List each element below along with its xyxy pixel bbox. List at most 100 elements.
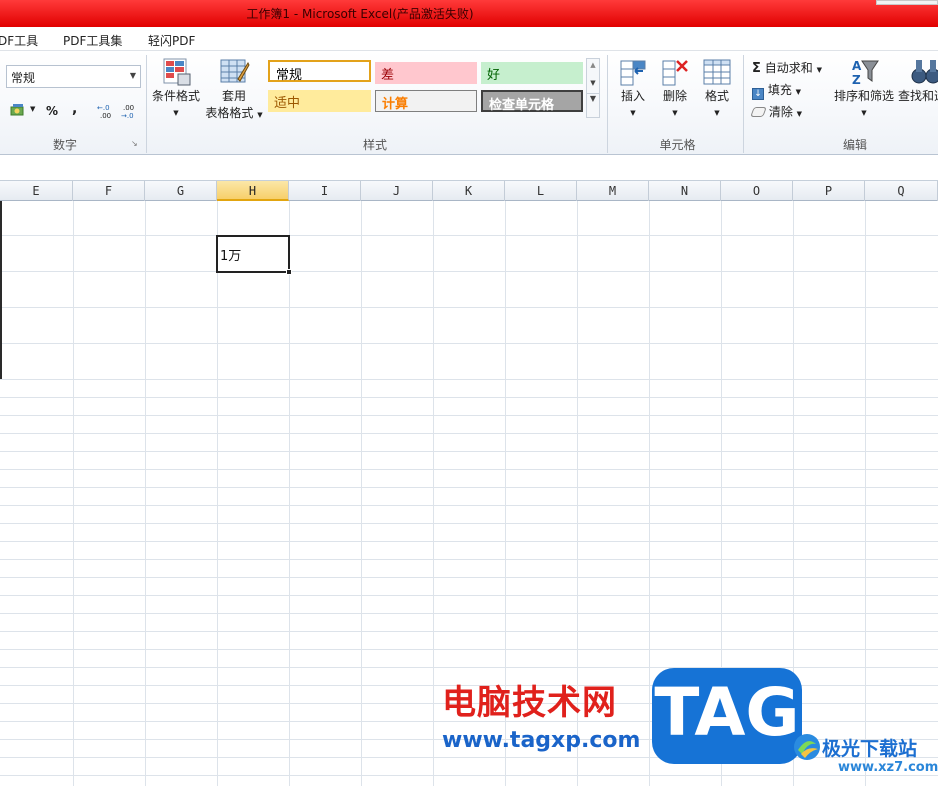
table-format-label-line2: 表格格式 [205,106,254,120]
watermark-tag-text: TAG [654,674,800,751]
grid-row-line [0,505,938,506]
watermark-tag-logo: TAG [652,668,802,764]
column-header-e[interactable]: E [0,181,73,201]
grid-row-line [0,667,938,668]
number-format-combo[interactable]: 常规 ▼ [6,65,141,88]
grid-row-line [0,469,938,470]
scroll-up-icon[interactable]: ▲ [587,61,599,69]
svg-text:→.0: →.0 [121,112,134,120]
column-header-o[interactable]: O [721,181,793,201]
column-header-j[interactable]: J [361,181,433,201]
grid-row-line [0,271,938,272]
insert-button[interactable]: 插入 ▼ [614,57,652,118]
grid-column-line [145,201,146,786]
gallery-more-icon[interactable]: ▼ [587,93,599,103]
styles-gallery-scroller[interactable]: ▲ ▼ ▼ [586,58,600,118]
chevron-down-icon: ▼ [257,111,263,119]
ribbon: 常规 ▼ ▼ % , ←.0 .00 .00 →.0 数字 ↘ 条件格式 ▼ 套… [0,51,938,155]
table-format-label-line1: 套用 [221,89,246,103]
chevron-down-icon: ▼ [129,71,136,80]
chevron-down-icon: ▼ [861,109,867,117]
menu-bar: DF工具 PDF工具集 轻闪PDF [0,27,938,51]
grid-row-line [0,307,938,308]
column-header-g[interactable]: G [145,181,217,201]
table-format-button[interactable]: 套用 表格格式 ▼ [204,57,264,121]
column-header-q[interactable]: Q [865,181,938,201]
number-group-label: 数字 [52,138,77,152]
active-cell-value: 1万 [220,249,242,264]
currency-format-icon[interactable] [10,104,26,118]
format-cells-icon [703,59,731,85]
watermark-site-name: 电脑技术网 [442,683,617,723]
delete-button[interactable]: 删除 ▼ [656,57,694,118]
column-header-h[interactable]: H [217,181,289,201]
find-select-button[interactable]: 查找和选 [898,57,938,104]
grid-row-line [0,613,938,614]
sort-filter-icon: A Z [852,59,879,87]
clear-button[interactable]: 清除 ▼ [750,103,802,120]
cell-style-neutral[interactable]: 适中 [268,90,371,112]
dialog-launcher-icon[interactable]: ↘ [131,139,138,148]
svg-text:←.0: ←.0 [97,104,110,112]
chevron-down-icon: ▼ [672,109,678,117]
menu-item-pdf-tools[interactable]: DF工具 [0,32,38,49]
grid-row-line [0,559,938,560]
cell-style-bad[interactable]: 差 [375,62,477,84]
grid-row-line [0,343,938,344]
percent-style-button[interactable]: % [46,104,58,118]
cell-style-normal[interactable]: 常规 [268,60,371,83]
grid-row-line [0,235,938,236]
grid-row-line [0,649,938,650]
column-header-i[interactable]: I [289,181,361,201]
column-header-p[interactable]: P [793,181,865,201]
grid-row-line [0,775,938,776]
grid-column-line [217,201,218,786]
format-label: 格式 [704,89,729,103]
column-header-m[interactable]: M [577,181,649,201]
grid-row-line [0,397,938,398]
chevron-down-icon: ▼ [630,109,636,117]
comma-style-button[interactable]: , [72,101,77,117]
format-button[interactable]: 格式 ▼ [698,57,736,118]
scroll-down-icon[interactable]: ▼ [587,79,599,87]
sigma-icon: Σ [752,61,761,76]
chevron-down-icon[interactable]: ▼ [30,105,35,113]
cell-style-good[interactable]: 好 [481,62,583,84]
autosum-button[interactable]: Σ 自动求和 ▼ [752,59,822,76]
column-header-l[interactable]: L [505,181,577,201]
decrease-decimal-icon[interactable]: .00 →.0 [121,102,141,120]
column-header-k[interactable]: K [433,181,505,201]
grid-row-line [0,631,938,632]
delete-cells-icon [662,60,688,86]
column-header-n[interactable]: N [649,181,721,201]
cell-style-calculation[interactable]: 计算 [375,90,477,112]
grid-row-line [0,487,938,488]
grid-row-line [0,379,938,380]
fill-button[interactable]: ↓ 填充 ▼ [752,81,801,100]
cell-style-check-cell[interactable]: 检查单元格 [481,90,583,113]
binoculars-icon [911,60,938,84]
fill-handle[interactable] [286,269,292,275]
column-header-f[interactable]: F [73,181,145,201]
group-divider [146,55,147,153]
window-control-button[interactable] [876,0,938,5]
increase-decimal-icon[interactable]: ←.0 .00 [97,102,117,120]
chevron-down-icon: ▼ [795,88,802,96]
grid-row-line [0,595,938,596]
watermark-site2-name: 极光下载站 [822,738,918,760]
active-cell-h[interactable]: 1万 [216,235,292,275]
editing-group-label: 编辑 [842,138,867,152]
svg-text:.00: .00 [100,112,111,120]
clear-label: 清除 [768,105,793,119]
watermark-url: www.tagxp.com [442,728,641,753]
styles-group-label: 样式 [362,138,387,152]
sort-filter-button[interactable]: A Z 排序和筛选 ▼ [832,57,896,118]
menu-item-qingshan-pdf[interactable]: 轻闪PDF [148,32,195,49]
conditional-format-button[interactable]: 条件格式 ▼ [150,57,202,118]
grid-column-line [289,201,290,786]
fill-label: 填充 [767,83,792,97]
menu-item-pdf-toolset[interactable]: PDF工具集 [63,32,122,49]
aurora-logo-icon [794,734,820,760]
table-format-icon [220,59,250,83]
conditional-format-icon [163,58,191,86]
